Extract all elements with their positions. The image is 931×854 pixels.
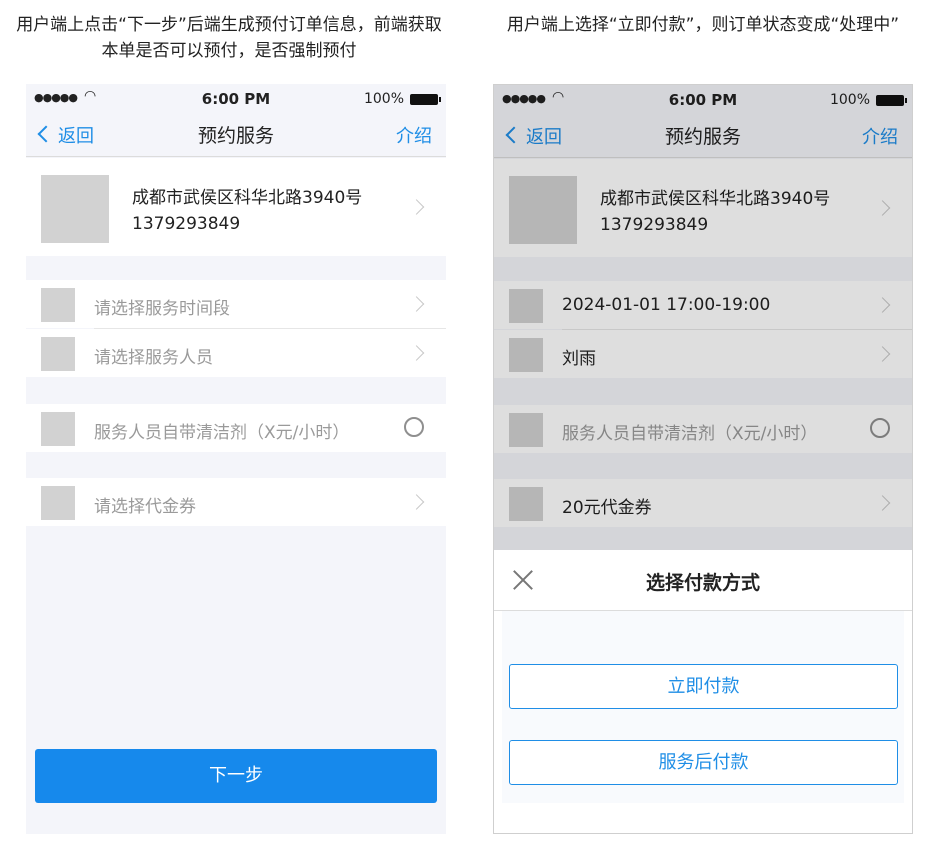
detergent-icon (41, 412, 75, 446)
intro-link[interactable]: 介绍 (396, 122, 432, 148)
sheet-header: 选择付款方式 (494, 550, 912, 611)
coupon-icon (41, 486, 75, 520)
service-time-row[interactable]: 请选择服务时间段 (26, 280, 446, 328)
detergent-option-row[interactable]: 服务人员自带清洁剂（X元/小时） (26, 404, 446, 452)
chevron-right-icon (408, 345, 425, 361)
pay-now-button[interactable]: 立即付款 (509, 664, 898, 709)
battery-icon (410, 94, 441, 105)
address-line: 成都市武侯区科华北路3940号 (132, 188, 363, 208)
navbar: 返回 预约服务 介绍 (26, 114, 446, 157)
next-step-button[interactable]: 下一步 (35, 749, 437, 803)
battery-percent: 100% (363, 91, 404, 107)
staff-icon (41, 337, 75, 371)
phone-screen-booking: ●●●●● ◠ 6:00 PM 100% 返回 预约服务 介绍 成都市武侯区科华… (26, 84, 446, 834)
address-thumbnail (41, 175, 109, 243)
time-icon (41, 288, 75, 322)
service-staff-row[interactable]: 请选择服务人员 (26, 329, 446, 377)
phone-screen-payment: ●●●●● ◠ 6:00 PM 100% 返回 预约服务 介绍 成都市武侯区科华… (493, 84, 913, 834)
chevron-right-icon (408, 296, 425, 312)
service-staff-placeholder: 请选择服务人员 (94, 348, 213, 368)
status-bar: ●●●●● ◠ 6:00 PM 100% (26, 84, 446, 114)
address-text: 成都市武侯区科华北路3940号 1379293849 (132, 185, 362, 237)
pay-after-service-button[interactable]: 服务后付款 (509, 740, 898, 785)
chevron-right-icon (408, 199, 425, 215)
detergent-option-label: 服务人员自带清洁剂（X元/小时） (94, 423, 350, 443)
sheet-title: 选择付款方式 (645, 572, 760, 594)
coupon-row[interactable]: 请选择代金券 (26, 478, 446, 526)
caption-left: 用户端上点击“下一步”后端生成预付订单信息，前端获取本单是否可以预付，是否强制预… (16, 15, 442, 61)
service-time-placeholder: 请选择服务时间段 (94, 299, 230, 319)
caption-right: 用户端上选择“立即付款”，则订单状态变成“处理中” (506, 15, 900, 35)
coupon-placeholder: 请选择代金券 (94, 497, 196, 517)
chevron-right-icon (408, 494, 425, 510)
address-card[interactable]: 成都市武侯区科华北路3940号 1379293849 (26, 158, 446, 256)
detergent-radio[interactable] (404, 417, 424, 437)
address-phone: 1379293849 (132, 214, 241, 234)
payment-method-sheet: 选择付款方式 立即付款 服务后付款 (494, 550, 912, 833)
page-title: 预约服务 (197, 125, 274, 147)
